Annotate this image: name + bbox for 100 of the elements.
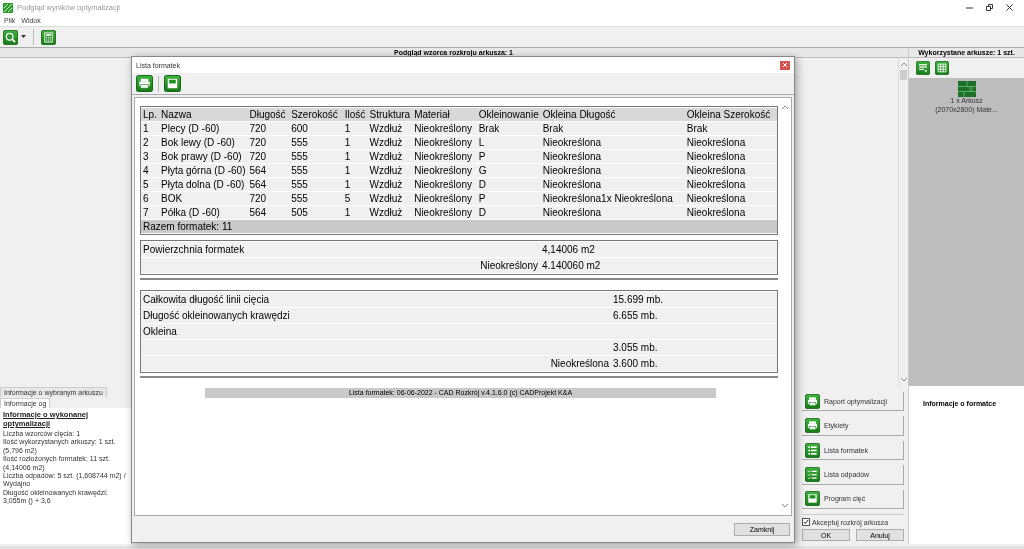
table-cell: Nieokreślona <box>686 207 746 218</box>
table-cell: Nieokreślona <box>686 193 746 204</box>
table-cell: Nieokreślona <box>686 151 746 162</box>
table-cell: 720 <box>249 151 267 162</box>
table-cell: 564 <box>249 207 267 218</box>
chevron-icon[interactable] <box>899 376 908 383</box>
column-header: Okleina Szerokość <box>686 109 771 120</box>
app-icon <box>3 2 13 13</box>
table-cell: Wzdłuż <box>369 165 403 176</box>
table-cell: Powierzchnia formatek <box>143 244 245 255</box>
table-cell: Nieokreślona <box>550 358 609 369</box>
grid-icon[interactable] <box>935 61 949 75</box>
table-cell: Nieokreślona <box>542 137 602 148</box>
table-cell: Długość okleinowanych krawędzi <box>143 310 290 321</box>
table-cell: Płyta dolna (D -60) <box>161 179 245 190</box>
table-cell: 555 <box>291 151 308 162</box>
table-cell: L <box>478 137 485 148</box>
column-header: Ilość <box>344 109 366 120</box>
table-cell: 1 <box>344 165 351 176</box>
table-cell: Nieokreślony <box>414 179 472 190</box>
table-cell: P <box>478 193 486 204</box>
table-cell: 3.600 mb. <box>613 358 658 369</box>
column-header: Szerokość <box>291 109 338 120</box>
print-icon <box>805 393 820 409</box>
chevron-icon[interactable] <box>899 61 908 68</box>
print-icon[interactable] <box>136 75 153 92</box>
table-cell: 1 <box>344 179 351 190</box>
table-cell: Półka (D -60) <box>161 207 220 218</box>
table-cell: 1 <box>344 137 351 148</box>
table-cell: Nieokreślony <box>414 137 472 148</box>
table-cell: Bok lewy (D -60) <box>161 137 235 148</box>
table-cell: Brak <box>686 123 708 134</box>
table-cell: Nieokreślona <box>686 137 746 148</box>
table-cell: 7 <box>143 207 149 218</box>
save-icon[interactable] <box>164 75 181 92</box>
scroll-thumb[interactable] <box>900 70 907 80</box>
chevron-icon[interactable] <box>781 502 789 509</box>
table-cell: Wzdłuż <box>369 207 403 218</box>
table-cell: 720 <box>249 137 267 148</box>
table-cell: 6.655 mb. <box>613 310 658 321</box>
close-icon[interactable] <box>1006 4 1013 11</box>
checkbox[interactable] <box>802 518 810 527</box>
sheet-layout-drawing[interactable] <box>957 81 976 97</box>
table-cell: Wzdłuż <box>369 137 403 148</box>
table-cell: 1 <box>344 151 351 162</box>
table-cell: Płyta górna (D -60) <box>161 165 246 176</box>
table-cell: 4,14006 m2 <box>542 244 595 255</box>
table-cell: G <box>478 165 487 176</box>
close-button[interactable] <box>780 60 790 70</box>
table-cell: Nieokreślony <box>414 165 472 176</box>
table-cell: 4.140060 m2 <box>542 260 601 271</box>
table-cell: 2 <box>143 137 149 148</box>
table-cell: Nieokreślony <box>414 207 472 218</box>
table-cell: Nieokreślona <box>686 179 746 190</box>
table-cell: 555 <box>291 179 308 190</box>
table-cell: Nieokreślona <box>686 165 746 176</box>
table-cell: 3.055 mb. <box>613 342 658 353</box>
table-cell: 564 <box>249 179 267 190</box>
table-cell: 15.699 mb. <box>613 294 664 305</box>
column-header: Okleinowanie <box>478 109 539 120</box>
table-cell: 555 <box>291 137 308 148</box>
table-cell: 1 <box>344 207 351 218</box>
list-icon[interactable] <box>916 61 930 75</box>
table-cell: 5 <box>143 179 149 190</box>
table-cell: 3 <box>143 151 149 162</box>
table-cell: D <box>478 207 486 218</box>
table-cell: 555 <box>291 165 308 176</box>
table-cell: Wzdłuż <box>369 193 403 204</box>
table-cell: Wzdłuż <box>369 151 403 162</box>
table-cell: Nieokreślony <box>414 151 472 162</box>
table-cell: Bok prawy (D -60) <box>161 151 242 162</box>
calculator-icon[interactable] <box>41 29 56 45</box>
table-cell: Nieokreślony <box>480 260 538 271</box>
caret-icon[interactable] <box>21 35 26 39</box>
table-cell: P <box>478 151 486 162</box>
checklist-icon <box>805 466 820 482</box>
table-cell: Całkowita długość linii cięcia <box>143 294 270 305</box>
scrollbar[interactable] <box>898 58 908 386</box>
close-icon <box>783 63 787 67</box>
table-cell: D <box>478 179 486 190</box>
magnifier-icon[interactable] <box>3 29 18 45</box>
table-cell: 1 <box>143 123 149 134</box>
table-cell: 720 <box>249 123 267 134</box>
table-cell: 505 <box>291 207 308 218</box>
table-cell: Nieokreślona <box>542 165 602 176</box>
table-cell: 5 <box>344 193 351 204</box>
minimize-icon[interactable] <box>966 4 973 11</box>
table-cell: Nieokreślony <box>414 123 472 134</box>
table-cell: Brak <box>478 123 500 134</box>
table-cell: BOK <box>161 193 183 204</box>
table-cell: Nieokreślona <box>542 151 602 162</box>
save-icon <box>805 491 820 507</box>
table-cell: Brak <box>542 123 564 134</box>
print-icon <box>805 418 820 434</box>
list-icon <box>805 442 820 458</box>
chevron-icon[interactable] <box>781 104 789 111</box>
table-cell: 600 <box>291 123 308 134</box>
table-cell: Wzdłuż <box>369 179 403 190</box>
table-cell: Plecy (D -60) <box>161 123 220 134</box>
restore-icon[interactable] <box>986 4 993 11</box>
